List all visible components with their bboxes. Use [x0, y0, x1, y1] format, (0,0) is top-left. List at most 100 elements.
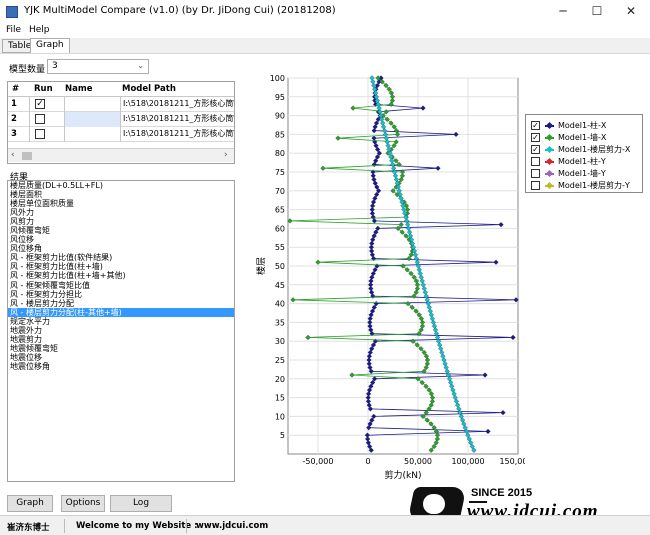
menu-help[interactable]: Help: [29, 24, 50, 36]
legend-label: Model1-楼层剪力-Y: [558, 181, 630, 190]
name-cell[interactable]: [64, 127, 120, 142]
path-cell[interactable]: I:\518\20181211_方形核心筒\20: [120, 112, 234, 127]
legend-checkbox[interactable]: ✓: [531, 145, 540, 154]
row-index: 1: [8, 97, 30, 112]
row-index: 3: [8, 127, 30, 142]
result-item[interactable]: 风倾覆弯矩: [8, 226, 234, 235]
legend-checkbox[interactable]: [531, 157, 540, 166]
run-checkbox[interactable]: [35, 129, 45, 139]
y-tick-label: 15: [275, 394, 285, 403]
legend-checkbox[interactable]: [531, 181, 540, 190]
grid-row[interactable]: 2 I:\518\20181211_方形核心筒\20: [8, 112, 234, 127]
status-divider: [186, 519, 187, 533]
maximize-button[interactable]: ☐: [580, 0, 614, 24]
name-cell[interactable]: [64, 97, 120, 112]
y-tick-label: 75: [275, 168, 285, 177]
options-button[interactable]: Options: [61, 495, 105, 512]
legend-marker-icon: [545, 157, 554, 166]
window-title: YJK MultiModel Compare (v1.0) (by Dr. Ji…: [24, 5, 336, 16]
legend-marker-icon: [545, 145, 554, 154]
col-model-path[interactable]: Model Path: [122, 84, 176, 94]
menu-file[interactable]: File: [6, 24, 21, 36]
result-item[interactable]: 楼层单位面积质量: [8, 199, 234, 208]
y-tick-label: 45: [275, 281, 285, 290]
result-item[interactable]: 地震位移: [8, 353, 234, 362]
result-item[interactable]: 风外力: [8, 208, 234, 217]
status-divider: [64, 519, 65, 533]
result-item[interactable]: 规定水平力: [8, 317, 234, 326]
log-button[interactable]: Log: [110, 495, 172, 512]
legend-marker-icon: [545, 169, 554, 178]
result-item[interactable]: 楼层质量(DL+0.5LL+FL): [8, 181, 234, 190]
results-list[interactable]: 楼层质量(DL+0.5LL+FL) 楼层面积 楼层单位面积质量 风外力 风剪力 风倾覆弯矩…: [7, 180, 235, 482]
result-item[interactable]: 风 - 楼层剪力分配(柱-其他+墙): [8, 307, 234, 317]
path-cell[interactable]: I:\518\20181211_方形核心筒\20: [120, 97, 234, 112]
model-count-select[interactable]: 3 ⌄: [47, 59, 149, 74]
result-item[interactable]: 地震倾覆弯矩: [8, 344, 234, 353]
y-tick-label: 50: [275, 262, 285, 271]
grid-horizontal-scrollbar[interactable]: ‹ ›: [8, 148, 234, 162]
scroll-thumb[interactable]: [22, 152, 32, 160]
result-item[interactable]: 楼层面积: [8, 190, 234, 199]
legend-checkbox[interactable]: ✓: [531, 121, 540, 130]
grid-row[interactable]: 1 ✓ I:\518\20181211_方形核心筒\20: [8, 97, 234, 112]
status-bar: 崔济东博士 Welcome to my Website : www.jdcui.…: [0, 515, 650, 535]
y-axis-label: 楼层: [255, 257, 267, 275]
y-tick-label: 55: [275, 243, 285, 252]
legend-label: Model1-柱-X: [558, 121, 607, 130]
y-tick-label: 35: [275, 318, 285, 327]
result-item[interactable]: 风位移: [8, 235, 234, 244]
status-author: 崔济东博士: [7, 523, 50, 533]
result-item[interactable]: 风 - 框架剪力比值(柱+墙+其他): [8, 271, 234, 280]
result-item[interactable]: 风 - 框架剪力分担比: [8, 290, 234, 299]
y-tick-label: 95: [275, 93, 285, 102]
close-button[interactable]: ✕: [614, 0, 648, 24]
grid-row[interactable]: 3 I:\518\20181211_方形核心筒\20: [8, 127, 234, 142]
grid-header: # Run Name Model Path: [8, 82, 234, 97]
model-count-value: 3: [52, 61, 58, 71]
col-run[interactable]: Run: [34, 84, 53, 94]
y-tick-label: 100: [270, 74, 285, 83]
result-item[interactable]: 风 - 框架倾覆弯矩比值: [8, 281, 234, 290]
run-checkbox[interactable]: [35, 114, 45, 124]
legend-label: Model1-墙-Y: [558, 169, 606, 178]
scroll-left-icon[interactable]: ‹: [11, 150, 15, 160]
y-tick-label: 10: [275, 412, 285, 421]
y-tick-label: 5: [280, 431, 285, 440]
path-cell[interactable]: I:\518\20181211_方形核心筒\20: [120, 127, 234, 142]
y-tick-label: 65: [275, 206, 285, 215]
col-name[interactable]: Name: [65, 84, 92, 94]
y-tick-label: 25: [275, 356, 285, 365]
y-tick-label: 90: [275, 112, 285, 121]
status-site[interactable]: www.jdcui.com: [196, 521, 268, 531]
graph-button[interactable]: Graph: [7, 495, 53, 512]
result-item[interactable]: 风 - 楼层剪力分配: [8, 299, 234, 308]
result-item[interactable]: 风剪力: [8, 217, 234, 226]
legend-marker-icon: [545, 181, 554, 190]
name-cell[interactable]: [64, 112, 120, 127]
x-axis-label: 剪力(kN): [385, 469, 422, 481]
legend-checkbox[interactable]: ✓: [531, 133, 540, 142]
tab-graph[interactable]: Graph: [30, 38, 70, 54]
y-tick-label: 70: [275, 187, 285, 196]
legend-checkbox[interactable]: [531, 169, 540, 178]
y-tick-label: 60: [275, 224, 285, 233]
x-tick-label: -50,000: [303, 457, 334, 466]
run-checkbox[interactable]: ✓: [35, 99, 45, 109]
title-bar: YJK MultiModel Compare (v1.0) (by Dr. Ji…: [0, 0, 650, 24]
minimize-button[interactable]: ─: [546, 0, 580, 24]
x-tick-label: 150,000: [499, 457, 525, 466]
tab-strip: Table Graph: [0, 38, 650, 54]
legend-marker-icon: [545, 121, 554, 130]
y-tick-label: 30: [275, 337, 285, 346]
scroll-right-icon[interactable]: ›: [224, 150, 228, 160]
result-item[interactable]: 地震剪力: [8, 335, 234, 344]
legend-marker-icon: [545, 133, 554, 142]
y-tick-label: 40: [275, 300, 285, 309]
app-icon: [6, 6, 18, 18]
result-item[interactable]: 地震位移角: [8, 362, 234, 371]
y-tick-label: 20: [275, 375, 285, 384]
result-item[interactable]: 地震外力: [8, 326, 234, 335]
x-tick-label: 0: [365, 457, 370, 466]
x-tick-label: 50,000: [404, 457, 432, 466]
